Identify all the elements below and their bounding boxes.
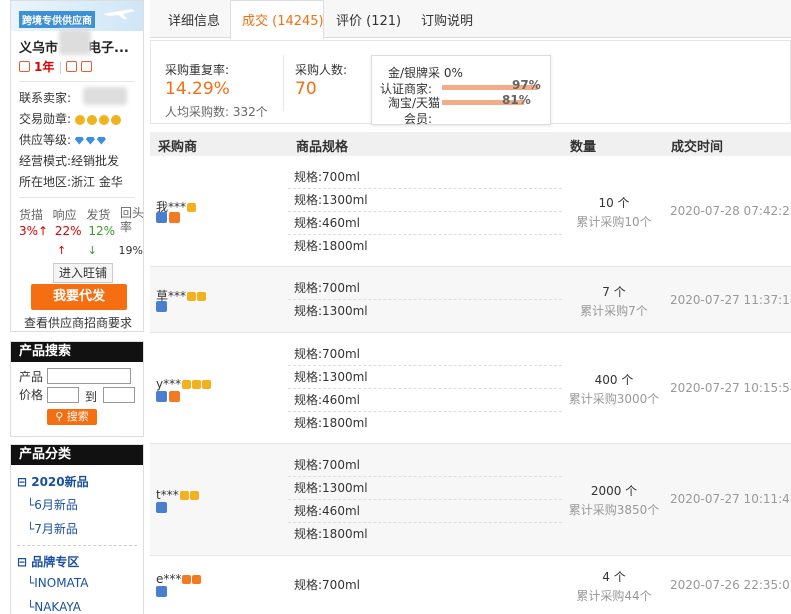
- price-min-input[interactable]: [47, 387, 79, 403]
- shop-card: 跨境专供供应商 义乌市 电子... 1年 | 联系卖家: 交易勋章: 供应等级: …: [10, 0, 144, 332]
- buyer-count-label: 采购人数:: [295, 63, 348, 77]
- badge-icon: [169, 212, 180, 223]
- tab-bar: 详细信息 成交 (14245) 评价 (121) 订购说明: [150, 0, 791, 39]
- product-search-input[interactable]: [47, 368, 131, 384]
- table-header: 采购商 商品规格 数量 成交时间: [150, 132, 791, 156]
- purchase-summary: 采购重复率: 14.29% 人均采购数: 332个 采购人数: 70 金/银牌采…: [150, 40, 791, 126]
- location: 所在地区:浙江 金华: [19, 175, 123, 189]
- deal-time: 2020-07-28 07:42:27: [670, 204, 791, 218]
- search-button[interactable]: ⚲ 搜索: [47, 409, 97, 425]
- table-row: 我*** 规格:700ml 规格:1300ml 规格:460ml 规格:1800…: [150, 156, 791, 267]
- diamond-icon: [74, 136, 84, 145]
- category-item[interactable]: └7月新品: [27, 520, 78, 537]
- buyer-name: e***: [156, 572, 202, 586]
- stats-values: 3%↑ 22% 12%: [19, 224, 115, 238]
- category-item[interactable]: └INOMATA: [27, 576, 88, 590]
- redacted-logo: [59, 29, 91, 55]
- badge-icon: [169, 391, 180, 402]
- table-row: t*** 规格:700ml 规格:1300ml 规格:460ml 规格:1800…: [150, 444, 791, 556]
- left-sidebar: 跨境专供供应商 义乌市 电子... 1年 | 联系卖家: 交易勋章: 供应等级: …: [10, 0, 144, 614]
- verified-icon: [156, 391, 167, 402]
- category-group-brand[interactable]: ⊟ 品牌专区: [17, 553, 79, 570]
- category-title: 产品分类: [11, 445, 143, 465]
- divider: [19, 81, 135, 82]
- supply-level: 供应等级:: [19, 131, 108, 148]
- price-to-label: 到: [85, 390, 98, 404]
- diamond-icon: [85, 136, 95, 145]
- shield-icon: [66, 61, 78, 72]
- medal-icon: [74, 114, 85, 125]
- supplier-banner: 跨境专供供应商: [11, 1, 143, 31]
- price-label: 价格: [19, 388, 44, 402]
- shop-years: 1年 |: [19, 58, 93, 75]
- badge-icon: [81, 61, 93, 72]
- deal-time: 2020-07-26 22:35:01: [670, 578, 791, 592]
- category-item[interactable]: └6月新品: [27, 496, 78, 513]
- trade-medal: 交易勋章:: [19, 110, 123, 127]
- product-search-panel: 产品搜索 产品 价格 到 ⚲ 搜索: [10, 341, 144, 437]
- buyer-breakdown-popup: 金/银牌采 0% 认证商家: 97% 淘宝/天猫 81% 会员:: [371, 55, 551, 126]
- verified-icon: [156, 502, 167, 513]
- tab-details[interactable]: 详细信息: [168, 10, 220, 29]
- tab-transactions[interactable]: 成交 (14245): [242, 10, 324, 29]
- search-icon: ⚲: [55, 410, 64, 423]
- category-group-new[interactable]: ⊟ 2020新品: [17, 473, 89, 490]
- airplane-icon: [103, 9, 135, 19]
- deal-time: 2020-07-27 10:11:42: [670, 492, 791, 506]
- tab-order-notes[interactable]: 订购说明: [421, 10, 473, 29]
- verified-icon: [156, 301, 167, 312]
- price-max-input[interactable]: [103, 387, 135, 403]
- redacted-contact: [83, 87, 127, 105]
- buyer-count-value: 70: [295, 79, 317, 99]
- medal-icon: [110, 114, 121, 125]
- table-row: y*** 规格:700ml 规格:1300ml 规格:460ml 规格:1800…: [150, 333, 791, 444]
- calendar-icon: [19, 61, 30, 72]
- contact-seller: 联系卖家:: [19, 91, 72, 105]
- buyer-name: y***: [156, 377, 212, 391]
- enter-shop-button[interactable]: 进入旺铺: [53, 263, 113, 283]
- business-mode: 经营模式:经销批发: [19, 154, 120, 168]
- banner-label: 跨境专供供应商: [19, 11, 95, 28]
- table-row: 草*** 规格:700ml 规格:1300ml 7 个累计采购7个 2020-0…: [150, 267, 791, 333]
- buyer-name: t***: [156, 488, 199, 502]
- verified-icon: [156, 586, 167, 597]
- medal-icon: [86, 114, 97, 125]
- repeat-rate-label: 采购重复率:: [165, 63, 230, 77]
- search-title: 产品搜索: [11, 342, 143, 362]
- stats-arrows: ↑ ↓ 19%: [57, 244, 143, 257]
- deal-time: 2020-07-27 10:15:54: [670, 381, 791, 395]
- dropship-button[interactable]: 我要代发: [31, 284, 127, 310]
- table-row: e*** 规格:700ml 4 个累计采购44个 2020-07-26 22:3…: [150, 556, 791, 614]
- category-item[interactable]: └NAKAYA: [27, 600, 81, 614]
- product-label: 产品: [19, 370, 44, 384]
- diamond-icon: [96, 136, 106, 145]
- divider: [19, 197, 135, 198]
- avg-purchase: 人均采购数: 332个: [165, 105, 268, 119]
- main-content: 详细信息 成交 (14245) 评价 (121) 订购说明 采购重复率: 14.…: [150, 0, 791, 603]
- medal-icon: [98, 114, 109, 125]
- deal-time: 2020-07-27 11:37:18: [670, 293, 791, 307]
- repeat-rate-value: 14.29%: [165, 79, 230, 99]
- recruit-link[interactable]: 查看供应商招商要求: [24, 314, 132, 331]
- tab-reviews[interactable]: 评价 (121): [336, 10, 401, 29]
- category-panel: 产品分类 ⊟ 2020新品 └6月新品 └7月新品 ⊟ 品牌专区 └INOMAT…: [10, 444, 144, 614]
- verified-icon: [156, 212, 167, 223]
